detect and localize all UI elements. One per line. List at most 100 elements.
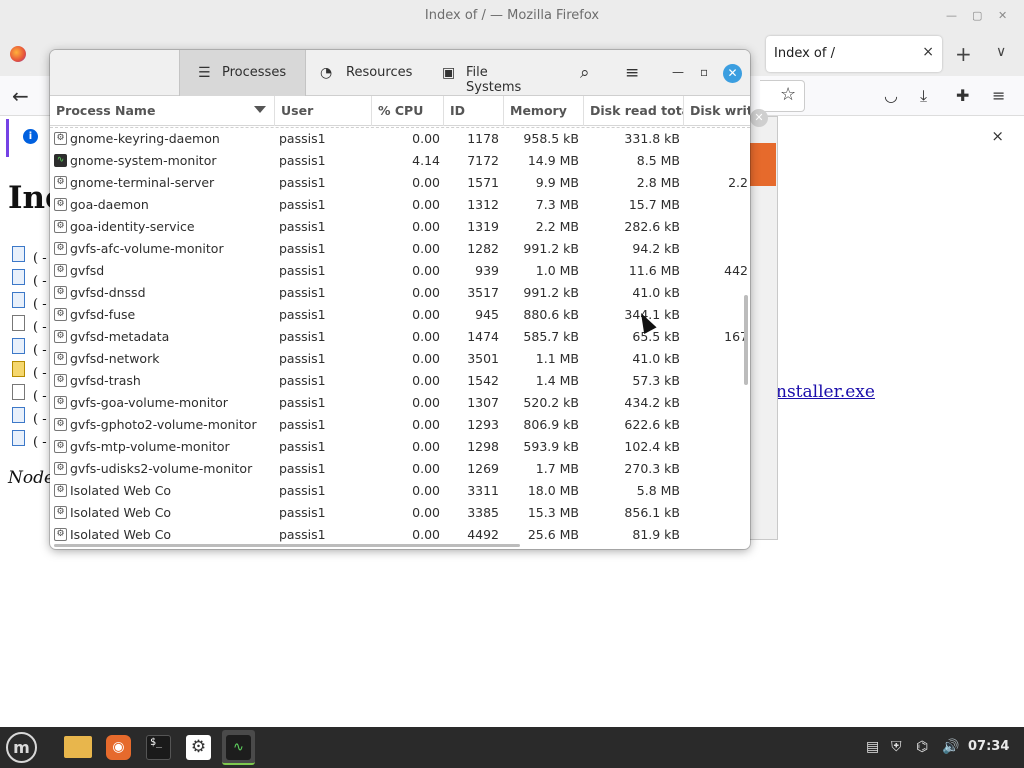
pocket-icon[interactable]: ◡ — [884, 86, 898, 105]
process-user: passis1 — [279, 329, 326, 344]
table-row[interactable]: ⚙ gvfsd-network passis1 0.00 3501 1.1 MB 41.0 … — [50, 348, 750, 370]
close-icon[interactable]: ✕ — [998, 9, 1007, 22]
tab-processes[interactable]: ☰ Processes — [179, 50, 306, 96]
menu-icon[interactable]: ≡ — [992, 86, 1005, 105]
process-disk-read: 94.2 kB — [632, 241, 680, 256]
process-disk-read: 282.6 kB — [624, 219, 680, 234]
process-id: 1319 — [467, 219, 499, 234]
tab-resources[interactable]: ◔ Resources — [308, 50, 430, 96]
maximize-icon[interactable]: ▫ — [700, 65, 708, 79]
process-gear-icon: ⚙ — [54, 330, 67, 343]
process-memory: 1.1 MB — [535, 351, 579, 366]
process-cpu: 0.00 — [412, 417, 440, 432]
process-user: passis1 — [279, 505, 326, 520]
process-user: passis1 — [279, 153, 326, 168]
process-cpu: 0.00 — [412, 527, 440, 542]
minimize-icon[interactable]: — — [946, 9, 957, 22]
new-tab-icon[interactable]: + — [955, 42, 972, 66]
clock[interactable]: 07:34 — [968, 739, 1009, 754]
table-row[interactable]: ⚙ gvfsd passis1 0.00 939 1.0 MB 11.6 MB 442 — [50, 260, 750, 282]
hamburger-menu-icon[interactable]: ≡ — [625, 63, 639, 83]
table-row[interactable]: ∿ gnome-system-monitor passis1 4.14 7172 14.9… — [50, 150, 750, 172]
table-row[interactable]: ⚙ goa-identity-service passis1 0.00 1319 2.2 … — [50, 216, 750, 238]
process-disk-read: 15.7 MB — [628, 197, 680, 212]
table-row[interactable]: ⚙ gnome-terminal-server passis1 0.00 1571 9.9… — [50, 172, 750, 194]
table-row[interactable]: ⚙ gvfs-goa-volume-monitor passis1 0.00 1307 5… — [50, 392, 750, 414]
process-name: Isolated Web Co — [70, 483, 172, 498]
close-button[interactable]: ✕ — [723, 64, 742, 83]
tab-label: File Systems — [466, 65, 522, 95]
table-row[interactable]: ⚙ gnome-keyring-daemon passis1 0.00 1178 958.… — [50, 128, 750, 150]
back-icon[interactable]: ← — [12, 84, 29, 108]
column-memory[interactable]: Memory — [504, 96, 584, 126]
bookmark-star-icon[interactable]: ☆ — [780, 84, 796, 105]
table-row[interactable]: ⚙ goa-daemon passis1 0.00 1312 7.3 MB 15.7 MB — [50, 194, 750, 216]
process-memory: 806.9 kB — [523, 417, 579, 432]
gauge-icon: ◔ — [320, 65, 333, 81]
process-memory: 1.0 MB — [535, 263, 579, 278]
process-memory: 1.4 MB — [535, 373, 579, 388]
vertical-scrollbar[interactable] — [744, 295, 748, 385]
horizontal-scrollbar[interactable] — [54, 544, 520, 547]
table-row[interactable]: ⚙ gvfs-gphoto2-volume-monitor passis1 0.00 1… — [50, 414, 750, 436]
column-id[interactable]: ID — [444, 96, 504, 126]
process-name: gvfs-afc-volume-monitor — [70, 241, 224, 256]
table-row[interactable]: ⚙ gvfsd-trash passis1 0.00 1542 1.4 MB 57.3 kB — [50, 370, 750, 392]
process-user: passis1 — [279, 241, 326, 256]
column-disk-read[interactable]: Disk read total — [584, 96, 684, 126]
notification-close-icon[interactable]: × — [991, 127, 1004, 145]
table-row[interactable]: ⚙ Isolated Web Co passis1 0.00 3311 18.0 MB 5.… — [50, 480, 750, 502]
process-monitor-icon: ∿ — [54, 154, 67, 167]
process-gear-icon: ⚙ — [54, 220, 67, 233]
process-gear-icon: ⚙ — [54, 374, 67, 387]
extensions-icon[interactable]: ✚ — [956, 86, 969, 105]
process-disk-read: 856.1 kB — [624, 505, 680, 520]
firefox-icon[interactable]: ◉ — [106, 735, 131, 760]
process-user: passis1 — [279, 461, 326, 476]
process-user: passis1 — [279, 373, 326, 388]
column-user[interactable]: User — [275, 96, 372, 126]
network-icon[interactable]: ⌬ — [916, 739, 928, 755]
start-menu-icon[interactable]: m — [6, 732, 37, 763]
minimize-icon[interactable]: — — [672, 65, 684, 79]
process-disk-read: 434.2 kB — [624, 395, 680, 410]
terminal-icon[interactable]: $_ — [146, 735, 171, 760]
tab-list-icon[interactable]: ∨ — [996, 44, 1006, 60]
table-row[interactable]: ⚙ gvfs-afc-volume-monitor passis1 0.00 1282 9… — [50, 238, 750, 260]
table-row[interactable]: ⚙ gvfs-mtp-volume-monitor passis1 0.00 1298 5… — [50, 436, 750, 458]
table-row[interactable]: ⚙ Isolated Web Co passis1 0.00 4492 25.6 MB 81… — [50, 524, 750, 545]
process-cpu: 0.00 — [412, 197, 440, 212]
file-link[interactable]: nstaller.exe — [776, 382, 875, 402]
process-gear-icon: ⚙ — [54, 308, 67, 321]
settings-icon[interactable]: ⚙ — [186, 735, 211, 760]
process-name: gvfs-gphoto2-volume-monitor — [70, 417, 257, 432]
table-row[interactable]: ⚙ gvfsd-dnssd passis1 0.00 3517 991.2 kB 41.0 … — [50, 282, 750, 304]
clipboard-icon[interactable]: ▤ — [866, 739, 879, 755]
column-disk-write[interactable]: Disk write — [684, 96, 750, 126]
process-id: 1474 — [467, 329, 499, 344]
browser-tab[interactable]: Index of / × — [766, 36, 942, 72]
process-name: goa-daemon — [70, 197, 149, 212]
maximize-icon[interactable]: ▢ — [972, 9, 982, 22]
column-process-name[interactable]: Process Name — [50, 96, 275, 126]
process-user: passis1 — [279, 439, 326, 454]
search-icon[interactable]: ⌕ — [580, 63, 590, 83]
tab-file-systems[interactable]: ▣ File Systems — [432, 50, 544, 96]
process-name: gvfsd-trash — [70, 373, 141, 388]
headerbar: ☰ Processes ◔ Resources ▣ File Systems ⌕… — [50, 50, 750, 96]
downloads-icon[interactable]: ⤓ — [920, 86, 927, 106]
files-icon[interactable] — [64, 736, 92, 758]
file-icon — [12, 407, 25, 423]
tab-close-icon[interactable]: × — [922, 44, 934, 60]
volume-icon[interactable]: 🔊 — [942, 739, 959, 755]
process-id: 4492 — [467, 527, 499, 542]
shield-icon[interactable]: ⛨ — [891, 739, 902, 755]
process-gear-icon: ⚙ — [54, 176, 67, 189]
process-memory: 991.2 kB — [523, 285, 579, 300]
process-user: passis1 — [279, 197, 326, 212]
table-row[interactable]: ⚙ gvfs-udisks2-volume-monitor passis1 0.00 1… — [50, 458, 750, 480]
dialog-close-icon[interactable]: ✕ — [750, 109, 768, 127]
process-gear-icon: ⚙ — [54, 286, 67, 299]
table-row[interactable]: ⚙ Isolated Web Co passis1 0.00 3385 15.3 MB 85… — [50, 502, 750, 524]
column-cpu[interactable]: % CPU — [372, 96, 444, 126]
